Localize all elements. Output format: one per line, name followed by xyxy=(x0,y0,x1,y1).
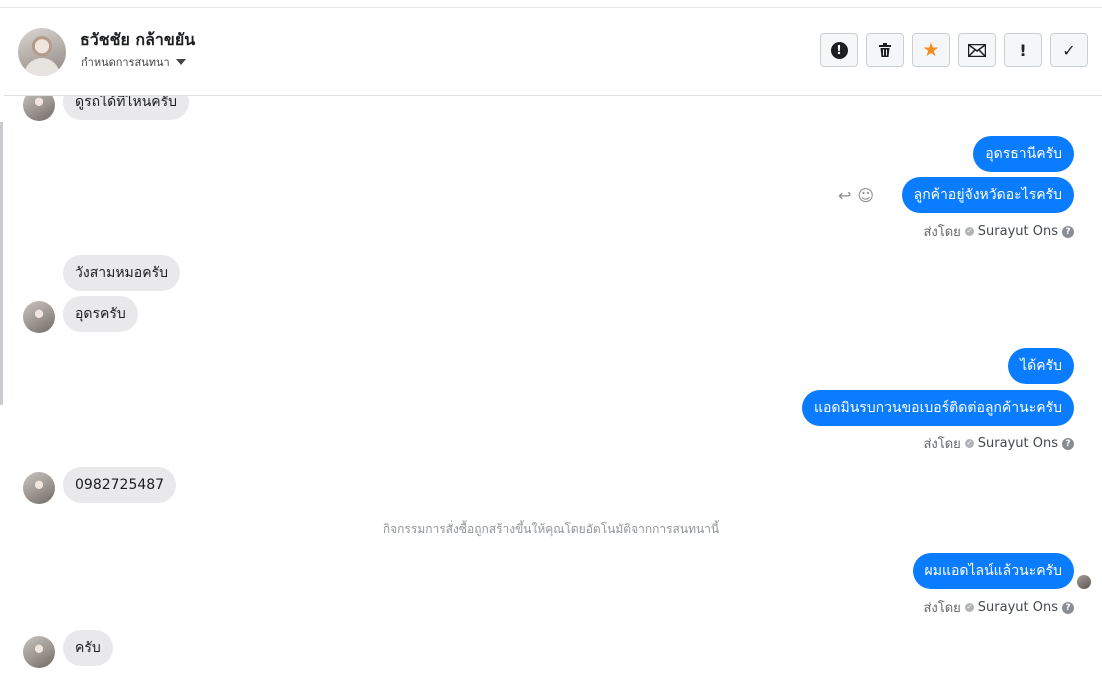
incoming-message[interactable]: 0982725487 xyxy=(63,467,177,503)
verified-icon: ✓ xyxy=(964,227,974,236)
mark-important-button[interactable]: ! xyxy=(1004,33,1042,67)
outgoing-message[interactable]: ผมแอดไลน์แล้วนะครับ xyxy=(912,553,1074,589)
conversation-status-dropdown[interactable]: กำหนดการสนทนา xyxy=(81,53,186,71)
contact-avatar[interactable] xyxy=(18,28,66,76)
sent-by-line: ส่งโดย ✓ Surayut Ons ? xyxy=(923,221,1074,242)
emoji-react-icon[interactable]: ☺ xyxy=(857,186,874,205)
conversation-status-label: กำหนดการสนทนา xyxy=(81,56,170,69)
header-actions: ! ★ ! ✓ xyxy=(820,33,1088,67)
star-button[interactable]: ★ xyxy=(912,33,950,67)
sent-by-line: ส่งโดย ✓ Surayut Ons ? xyxy=(923,433,1074,454)
sent-by-line: ส่งโดย ✓ Surayut Ons ? xyxy=(923,597,1074,618)
incoming-message[interactable]: ครับ xyxy=(63,630,113,666)
mail-icon xyxy=(968,43,986,57)
seen-avatar xyxy=(1077,575,1091,589)
help-icon[interactable]: ? xyxy=(1062,437,1074,450)
sent-by-label: ส่งโดย xyxy=(923,601,961,616)
report-button[interactable]: ! xyxy=(820,33,858,67)
outgoing-message[interactable]: ลูกค้าอยู่จังหวัดอะไรครับ xyxy=(901,177,1074,213)
important-icon: ! xyxy=(1019,40,1027,60)
mark-done-button[interactable]: ✓ xyxy=(1050,33,1088,67)
verified-icon: ✓ xyxy=(964,603,974,612)
delete-button[interactable] xyxy=(866,33,904,67)
contact-avatar-small xyxy=(23,636,55,668)
outgoing-message[interactable]: อุดรธานีครับ xyxy=(973,136,1074,172)
outgoing-message[interactable]: แอดมินรบกวนขอเบอร์ติดต่อลูกค้านะครับ xyxy=(801,390,1074,426)
sent-by-label: ส่งโดย xyxy=(923,225,961,240)
sent-by-agent[interactable]: Surayut Ons xyxy=(978,436,1058,451)
caret-down-icon xyxy=(175,59,186,65)
sent-by-agent[interactable]: Surayut Ons xyxy=(978,600,1058,615)
mark-unread-button[interactable] xyxy=(958,33,996,67)
help-icon[interactable]: ? xyxy=(1062,225,1074,238)
report-icon: ! xyxy=(830,41,848,59)
contact-name[interactable]: ธวัชชัย กล้าขยัน xyxy=(80,28,195,53)
sent-by-agent[interactable]: Surayut Ons xyxy=(978,224,1058,239)
incoming-message[interactable]: วังสามหมอครับ xyxy=(63,255,180,291)
trash-icon xyxy=(879,43,891,57)
system-note: กิจกรรมการสั่งซื้อถูกสร้างขึ้นให้คุณโดยอ… xyxy=(382,522,720,536)
outgoing-message[interactable]: ได้ครับ xyxy=(1008,348,1074,384)
star-icon: ★ xyxy=(922,39,940,61)
sent-by-label: ส่งโดย xyxy=(923,437,961,452)
contact-avatar-small xyxy=(23,472,55,504)
check-icon: ✓ xyxy=(1062,40,1076,60)
header-overlay: ธวัชชัย กล้าขยัน กำหนดการสนทนา ! ★ ! ✓ xyxy=(4,8,1102,95)
help-icon[interactable]: ? xyxy=(1062,601,1074,614)
scrollbar-left[interactable] xyxy=(0,122,3,405)
contact-avatar-small xyxy=(23,301,55,333)
message-actions: ↩ ☺ xyxy=(838,186,874,205)
reply-icon[interactable]: ↩ xyxy=(838,186,851,205)
top-border xyxy=(0,0,1102,8)
verified-icon: ✓ xyxy=(964,439,974,448)
incoming-message[interactable]: อุดรครับ xyxy=(63,296,138,332)
